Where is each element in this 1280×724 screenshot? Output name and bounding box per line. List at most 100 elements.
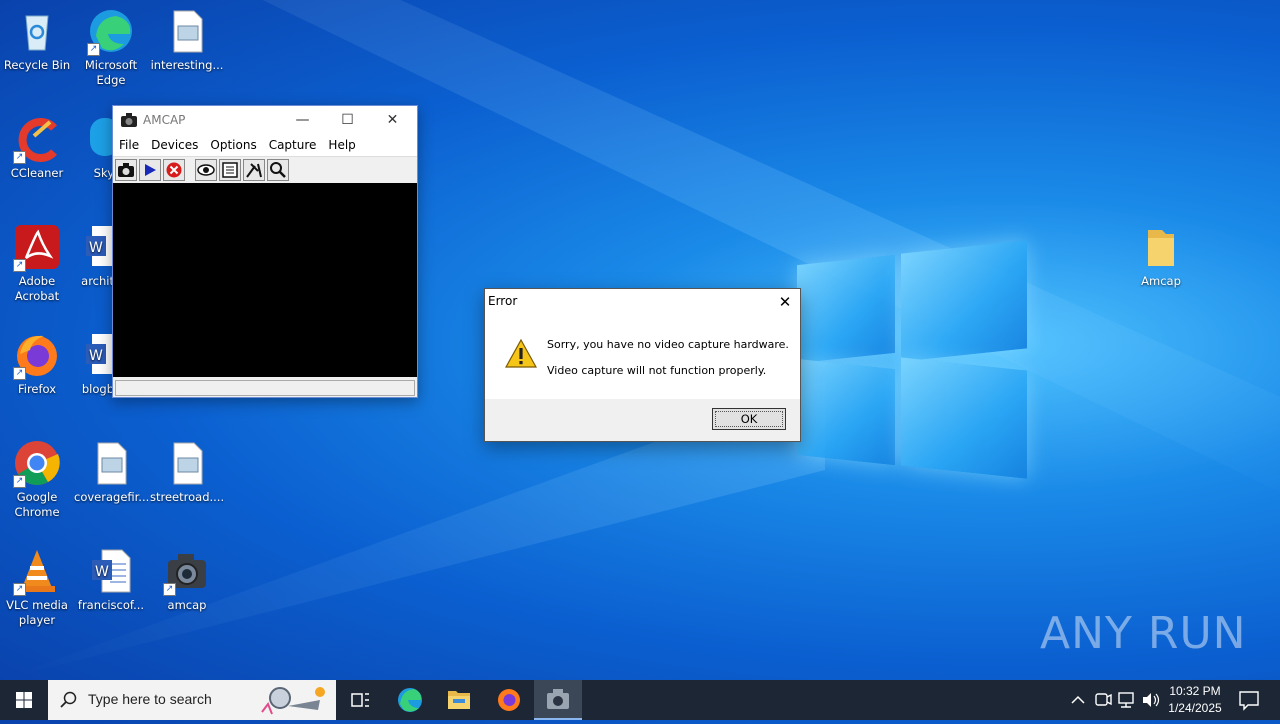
desktop-icon-chrome[interactable]: ↗ Google Chrome xyxy=(0,440,74,520)
desktop-icon-vlc[interactable]: ↗ VLC media player xyxy=(0,548,74,628)
svg-text:W: W xyxy=(95,564,109,580)
watermark-text: ANY RUN xyxy=(1040,608,1247,659)
ccleaner-icon: ↗ xyxy=(13,116,60,164)
svg-text:W: W xyxy=(89,348,103,364)
ok-button[interactable]: OK xyxy=(712,408,786,430)
desktop-icon-blogb[interactable]: W blogb xyxy=(74,332,116,397)
settings-icon[interactable] xyxy=(219,159,241,181)
taskbar-amcap[interactable] xyxy=(534,680,582,720)
camera-icon xyxy=(121,113,137,127)
acrobat-icon: ↗ xyxy=(13,224,60,272)
recycle-bin-icon xyxy=(14,8,60,54)
chrome-icon: ↗ xyxy=(13,440,60,488)
desktop-icon-label: Microsoft Edge xyxy=(84,58,138,87)
dialog-title: Error xyxy=(488,294,518,308)
close-button[interactable]: ✕ xyxy=(370,106,415,134)
show-hidden-icons-button[interactable] xyxy=(1068,680,1088,720)
status-bar xyxy=(115,380,415,396)
taskbar: Type here to search 10:32 PM 1/24/2025 xyxy=(0,680,1280,720)
folder-icon xyxy=(448,691,470,709)
taskbar-search-box[interactable]: Type here to search xyxy=(48,680,336,720)
edge-icon xyxy=(398,688,422,712)
menu-help[interactable]: Help xyxy=(322,138,361,152)
tray-network[interactable] xyxy=(1116,680,1138,720)
amcap-titlebar[interactable]: AMCAP — ☐ ✕ xyxy=(113,106,417,134)
stop-icon[interactable] xyxy=(163,159,185,181)
desktop-icon-archit[interactable]: W archit xyxy=(74,224,116,289)
desktop-icon-label: VLC media player xyxy=(6,598,68,627)
desktop-icon-amcap-folder[interactable]: Amcap xyxy=(1124,224,1198,289)
vlc-icon: ↗ xyxy=(13,548,60,596)
camera-icon: ↗ xyxy=(163,548,210,596)
desktop-icon-label: blogb xyxy=(81,382,114,396)
desktop-icon-coveragefir[interactable]: coveragefir... xyxy=(74,440,148,505)
taskbar-firefox[interactable] xyxy=(485,680,533,720)
minimize-button[interactable]: — xyxy=(280,106,325,134)
desktop-icon-ccleaner[interactable]: ↗ CCleaner xyxy=(0,116,74,181)
anyrun-watermark: ANY RUN xyxy=(1040,608,1247,659)
error-message-line1: Sorry, you have no video capture hardwar… xyxy=(547,338,789,351)
desktop-icon-label: archit xyxy=(81,274,114,288)
desktop-icon-label: Adobe Acrobat xyxy=(14,274,60,303)
tray-volume[interactable] xyxy=(1140,680,1162,720)
search-placeholder: Type here to search xyxy=(88,691,212,707)
folder-icon xyxy=(1138,224,1184,270)
windows-start-icon xyxy=(16,692,32,708)
clock-date: 1/24/2025 xyxy=(1168,701,1222,715)
desktop-icon-interesting[interactable]: interesting... xyxy=(150,8,224,73)
desktop-icon-label: amcap xyxy=(167,598,207,612)
task-view-icon xyxy=(351,693,369,707)
taskbar-file-explorer[interactable] xyxy=(435,680,483,720)
svg-text:W: W xyxy=(89,240,103,256)
desktop-icon-firefox[interactable]: ↗ Firefox xyxy=(0,332,74,397)
desktop-icon-acrobat[interactable]: ↗ Adobe Acrobat xyxy=(0,224,74,304)
desktop-icon-label: Amcap xyxy=(1141,274,1181,288)
desktop-icon-streetroad[interactable]: streetroad.... xyxy=(150,440,224,505)
word-doc-icon: W xyxy=(88,548,134,594)
search-icon xyxy=(60,691,77,708)
task-view-button[interactable] xyxy=(336,680,384,720)
dialog-titlebar[interactable]: Error ✕ xyxy=(485,289,800,315)
windows-logo-wallpaper xyxy=(797,240,1029,480)
image-file-icon xyxy=(164,440,210,486)
snapshot-camera-icon[interactable] xyxy=(115,159,137,181)
menu-capture[interactable]: Capture xyxy=(263,138,323,152)
desktop-icon-amcap[interactable]: ↗ amcap xyxy=(150,548,224,613)
dialog-footer: OK xyxy=(485,399,800,441)
amcap-window: AMCAP — ☐ ✕ File Devices Options Capture… xyxy=(112,105,418,398)
desktop-icon-label: franciscof... xyxy=(77,598,145,612)
taskbar-edge[interactable] xyxy=(386,680,434,720)
menu-bar: File Devices Options Capture Help xyxy=(113,134,417,157)
dialog-close-button[interactable]: ✕ xyxy=(770,289,800,315)
zoom-icon[interactable] xyxy=(267,159,289,181)
desktop-icon-edge[interactable]: ↗ Microsoft Edge xyxy=(74,8,148,88)
menu-options[interactable]: Options xyxy=(204,138,262,152)
notification-icon xyxy=(1239,691,1259,711)
tray-meet-now[interactable] xyxy=(1092,680,1114,720)
desktop-icon-skype[interactable]: Sky xyxy=(74,116,120,181)
taskbar-clock[interactable]: 10:32 PM 1/24/2025 xyxy=(1160,683,1230,717)
play-icon[interactable] xyxy=(139,159,161,181)
error-dialog: Error ✕ Sorry, you have no video capture… xyxy=(484,288,801,442)
error-message-line2: Video capture will not function properly… xyxy=(547,364,767,377)
desktop-icon-recycle-bin[interactable]: Recycle Bin xyxy=(0,8,74,73)
notification-center-button[interactable] xyxy=(1232,680,1268,720)
maximize-button[interactable]: ☐ xyxy=(325,106,370,134)
preview-eye-icon[interactable] xyxy=(195,159,217,181)
volume-icon xyxy=(1143,693,1160,707)
image-file-icon xyxy=(164,8,210,54)
desktop-icon-label: coveragefir... xyxy=(74,490,148,504)
desktop-icon-label: Recycle Bin xyxy=(3,58,71,72)
desktop-icon-label: CCleaner xyxy=(10,166,64,180)
warning-icon xyxy=(505,339,537,368)
start-button[interactable] xyxy=(0,680,48,720)
edge-icon: ↗ xyxy=(87,8,134,56)
desktop-icon-franciscof[interactable]: W franciscof... xyxy=(74,548,148,613)
menu-devices[interactable]: Devices xyxy=(145,138,204,152)
clock-time: 10:32 PM xyxy=(1169,684,1221,698)
menu-file[interactable]: File xyxy=(113,138,145,152)
desktop-icon-label: streetroad.... xyxy=(150,490,224,504)
image-file-icon xyxy=(88,440,134,486)
window-title: AMCAP xyxy=(143,113,186,127)
tools-icon[interactable] xyxy=(243,159,265,181)
